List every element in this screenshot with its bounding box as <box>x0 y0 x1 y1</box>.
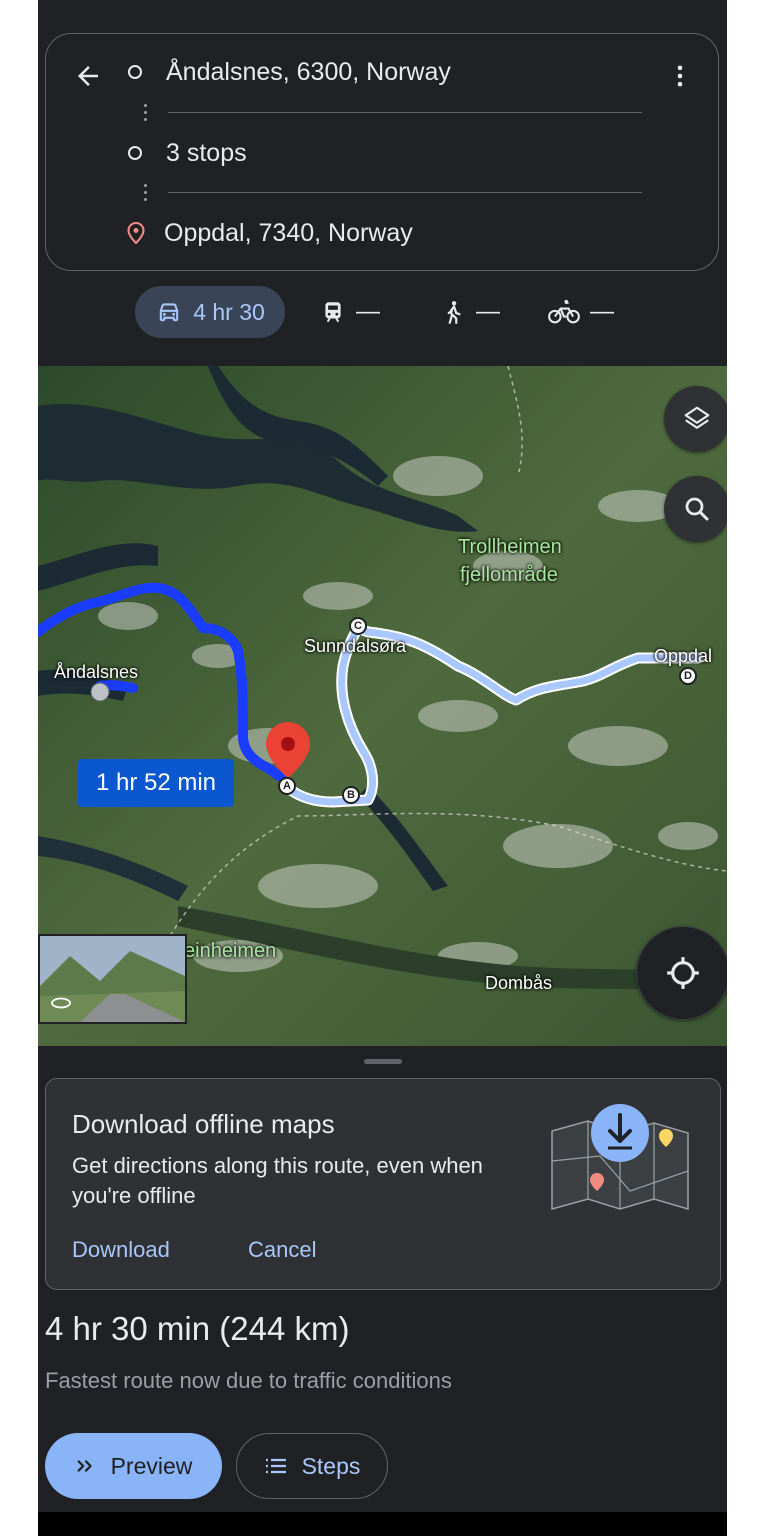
offline-map-illustration <box>551 1104 689 1211</box>
walk-icon <box>447 301 461 324</box>
layers-icon <box>684 406 710 429</box>
destination-pin-icon <box>126 221 146 245</box>
stops-circle-icon <box>128 146 142 160</box>
place-label-oppdal: Oppdal <box>654 646 713 666</box>
my-location-button[interactable] <box>636 926 727 1020</box>
list-icon <box>265 1458 286 1474</box>
bike-icon <box>548 299 580 324</box>
more-options-button[interactable] <box>660 56 700 96</box>
destination-field[interactable]: Oppdal, 7340, Norway <box>126 213 413 253</box>
transit-time: — <box>356 298 380 325</box>
train-icon <box>325 302 341 323</box>
waypoint-a[interactable]: A <box>278 777 296 795</box>
place-label-trollheimen: Trollheimen <box>458 536 562 558</box>
divider <box>168 112 642 113</box>
arrow-back-icon <box>78 66 98 86</box>
connector-dots <box>144 100 148 125</box>
offline-card-title: Download offline maps <box>72 1109 335 1139</box>
place-label-trollheimen-area: fjellområde <box>460 564 558 586</box>
route-search-card: Åndalsnes, 6300, Norway 3 stops Oppdal, … <box>45 33 719 271</box>
system-nav-bar <box>38 1512 727 1536</box>
tab-drive[interactable]: 4 hr 30 <box>135 286 285 338</box>
tab-transit[interactable]: — <box>320 286 380 338</box>
car-icon <box>159 303 179 322</box>
origin-field[interactable]: Åndalsnes, 6300, Norway <box>126 52 451 92</box>
360-rotate-icon <box>51 997 71 1009</box>
preview-button[interactable]: Preview <box>45 1433 222 1499</box>
place-label-andalsnes: Åndalsnes <box>54 662 139 682</box>
waypoint-d[interactable]: D <box>679 667 697 685</box>
place-label-sunndalsora: Sunndalsøra <box>304 636 407 656</box>
more-vert-icon <box>677 65 683 87</box>
street-view-thumbnail[interactable] <box>38 934 187 1024</box>
cancel-button[interactable]: Cancel <box>248 1237 316 1263</box>
origin-text: Åndalsnes, 6300, Norway <box>166 57 451 86</box>
route-total-time: 4 hr 30 min (244 km) <box>45 1310 350 1347</box>
connector-dots <box>144 180 148 205</box>
drive-time: 4 hr 30 <box>193 298 265 325</box>
crosshair-location-icon <box>667 957 699 989</box>
place-label-dombas: Dombås <box>485 973 553 993</box>
double-chevron-icon <box>77 1460 92 1472</box>
place-label-reinheimen: einheimen <box>184 940 277 962</box>
tab-walk[interactable]: — <box>440 286 500 338</box>
offline-maps-card: Download offline maps Get directions alo… <box>45 1078 721 1290</box>
steps-button[interactable]: Steps <box>236 1433 388 1499</box>
steps-label: Steps <box>301 1452 361 1479</box>
route-duration-label[interactable]: 1 hr 52 min <box>78 759 234 807</box>
stops-field[interactable]: 3 stops <box>126 133 247 173</box>
download-button[interactable]: Download <box>72 1237 170 1263</box>
divider <box>168 192 642 193</box>
offline-card-description: Get directions along this route, even wh… <box>72 1153 483 1208</box>
maps-screen: Åndalsnes, 6300, Norway 3 stops Oppdal, … <box>38 0 727 1536</box>
map-view[interactable]: A B C D Åndalsnes Sunndalsøra Oppdal Tro… <box>38 366 727 1046</box>
walk-time: — <box>476 298 500 325</box>
route-note: Fastest route now due to traffic conditi… <box>45 1368 452 1393</box>
waypoint-b[interactable]: B <box>342 786 360 804</box>
preview-label: Preview <box>110 1452 193 1479</box>
back-button[interactable] <box>68 56 108 96</box>
bike-time: — <box>590 298 614 325</box>
travel-mode-tabs: 4 hr 30 — — — <box>38 286 727 340</box>
map-search-button[interactable] <box>664 476 727 542</box>
layers-button[interactable] <box>664 386 727 452</box>
tab-bike[interactable]: — <box>548 286 614 338</box>
destination-text: Oppdal, 7340, Norway <box>164 218 413 247</box>
stops-text: 3 stops <box>166 138 247 167</box>
waypoint-c[interactable]: C <box>349 617 367 635</box>
sheet-drag-handle[interactable] <box>364 1059 402 1064</box>
origin-circle-icon <box>128 65 142 79</box>
search-icon <box>685 497 709 521</box>
